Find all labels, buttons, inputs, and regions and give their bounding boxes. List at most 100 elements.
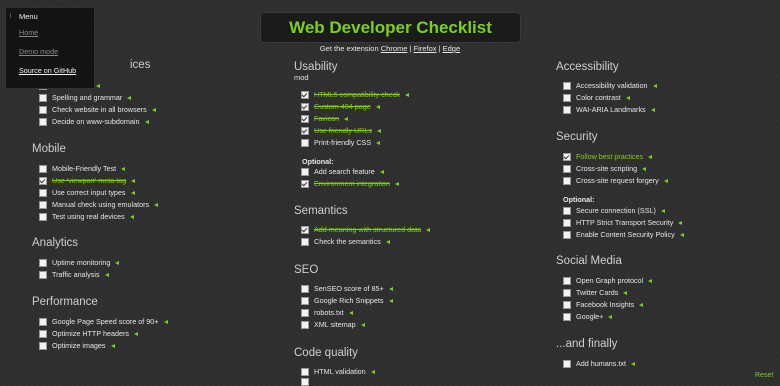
checklist-item-check-website-in-all-browsers[interactable]: Check website in all browsers (32, 104, 156, 116)
checklist-item-wai-aria-landmarks[interactable]: WAI-ARIA Landmarks (556, 104, 655, 116)
checkbox[interactable] (301, 139, 309, 147)
info-arrow-icon[interactable] (663, 179, 668, 183)
checklist-item-label[interactable]: Decide on www-subdomain (52, 116, 140, 128)
checklist-item-google-rich-snippets[interactable]: Google Rich Snippets (294, 295, 393, 307)
checklist-item-facebook-insights[interactable]: Facebook Insights (556, 299, 644, 311)
checklist-item-label[interactable]: Manual check using emulators (52, 199, 149, 211)
checkbox[interactable] (39, 201, 47, 209)
checkbox[interactable] (563, 289, 571, 297)
checklist-item-label[interactable]: WAI-ARIA Landmarks (576, 104, 646, 116)
checkbox[interactable] (39, 118, 47, 126)
checkbox[interactable] (563, 177, 571, 185)
checkbox[interactable] (39, 106, 47, 114)
checklist-item-environment-integration[interactable]: Environment integration (294, 178, 399, 190)
checklist-item-google[interactable]: Google+ (556, 311, 613, 323)
checkbox[interactable] (563, 360, 571, 368)
info-arrow-icon[interactable] (639, 303, 644, 307)
checklist-item-label[interactable]: Add meaning with structured data (314, 224, 421, 236)
checkbox[interactable] (39, 177, 47, 185)
checklist-item-label[interactable]: Optimize HTTP headers (52, 328, 129, 340)
checkbox[interactable] (301, 368, 309, 376)
info-arrow-icon[interactable] (625, 96, 630, 100)
checkbox[interactable] (39, 165, 47, 173)
info-arrow-icon[interactable] (642, 167, 647, 171)
checklist-item-label[interactable]: Add humans.txt (576, 358, 626, 370)
checklist-item-label[interactable]: Custom 404 page (314, 101, 371, 113)
menu-handle-icon[interactable] (10, 13, 16, 18)
checklist-item-label[interactable]: Google Page Speed score of 90+ (52, 316, 159, 328)
checklist-item-cross-site-scripting[interactable]: Cross-site scripting (556, 163, 647, 175)
checklist-item-optimize-images[interactable]: Optimize images (32, 340, 115, 352)
checkbox[interactable] (301, 168, 309, 176)
checklist-item-accessibility-validation[interactable]: Accessibility validation (556, 80, 657, 92)
checkbox[interactable] (39, 189, 47, 197)
checkbox[interactable] (563, 165, 571, 173)
checklist-item-google-page-speed-score-of-90[interactable]: Google Page Speed score of 90+ (32, 316, 168, 328)
checkbox[interactable] (563, 313, 571, 321)
checkbox[interactable] (301, 285, 309, 293)
info-arrow-icon[interactable] (394, 182, 399, 186)
checklist-item-use-correct-input-types[interactable]: Use correct input types (32, 187, 135, 199)
info-arrow-icon[interactable] (370, 370, 375, 374)
checklist-item-secure-connection-ssl[interactable]: Secure connection (SSL) (556, 205, 665, 217)
checklist-item-label[interactable]: Cross-site request forgery (576, 175, 659, 187)
checklist-item-print-friendly-css[interactable]: Print-friendly CSS (294, 137, 381, 149)
checklist-item-html5-compatibility-check[interactable]: HTML5 compatibility check (294, 89, 409, 101)
info-arrow-icon[interactable] (623, 291, 628, 295)
checkbox[interactable] (301, 297, 309, 305)
menu-item-demo-mode[interactable]: Demo mode (19, 47, 58, 56)
info-arrow-icon[interactable] (144, 120, 149, 124)
checklist-item-label[interactable]: Favicon (314, 113, 339, 125)
info-arrow-icon[interactable] (426, 228, 431, 232)
menu-title[interactable]: Menu (19, 12, 38, 21)
checklist-item-label[interactable]: Check website in all browsers (52, 104, 147, 116)
checklist-item-label[interactable]: Accessibility validation (576, 80, 648, 92)
checklist-item-label[interactable]: XML sitemap (314, 319, 356, 331)
info-arrow-icon[interactable] (388, 299, 393, 303)
checklist-item-add-humans-txt[interactable]: Add humans.txt (556, 358, 635, 370)
checklist-item-label[interactable]: Spelling and grammar (52, 92, 122, 104)
checklist-item-label[interactable]: Optimize images (52, 340, 106, 352)
info-arrow-icon[interactable] (678, 221, 683, 225)
checklist-item-manual-check-using-emulators[interactable]: Manual check using emulators (32, 199, 159, 211)
info-arrow-icon[interactable] (376, 141, 381, 145)
checkbox[interactable] (301, 180, 309, 188)
info-arrow-icon[interactable] (404, 93, 409, 97)
checklist-item-label[interactable]: Add search feature (314, 166, 375, 178)
edge-link[interactable]: Edge (443, 44, 461, 53)
checklist-item-use-viewport-meta-tag[interactable]: Use 'viewport' meta tag (32, 175, 136, 187)
info-arrow-icon[interactable] (96, 84, 101, 88)
checklist-item-spelling-and-grammar[interactable]: Spelling and grammar (32, 92, 132, 104)
checklist-item-senseo-score-of-85[interactable]: SenSEO score of 85+ (294, 283, 393, 295)
info-arrow-icon[interactable] (648, 279, 653, 283)
checklist-item-label[interactable]: Traffic analysis (52, 269, 100, 281)
info-arrow-icon[interactable] (648, 155, 653, 159)
checklist-item-open-graph-protocol[interactable]: Open Graph protocol (556, 275, 653, 287)
checklist-item-optimize-http-headers[interactable]: Optimize HTTP headers (32, 328, 138, 340)
info-arrow-icon[interactable] (379, 170, 384, 174)
checkbox[interactable] (563, 277, 571, 285)
chrome-link[interactable]: Chrome (381, 44, 408, 53)
checklist-item-label[interactable]: Twitter Cards (576, 287, 618, 299)
checklist-item-label[interactable]: Print-friendly CSS (314, 137, 371, 149)
info-arrow-icon[interactable] (133, 332, 138, 336)
info-arrow-icon[interactable] (630, 362, 635, 366)
info-arrow-icon[interactable] (344, 117, 349, 121)
info-arrow-icon[interactable] (388, 287, 393, 291)
checkbox[interactable] (301, 238, 309, 246)
checklist-item-label[interactable]: HTTP Strict Transport Security (576, 217, 673, 229)
checkbox[interactable] (563, 231, 571, 239)
checklist-item-traffic-analysis[interactable]: Traffic analysis (32, 269, 109, 281)
checklist-item-color-contrast[interactable]: Color contrast (556, 92, 630, 104)
checklist-item-follow-best-practices[interactable]: Follow best practices (556, 151, 653, 163)
checklist-item-favicon[interactable]: Favicon (294, 113, 349, 125)
checklist-item-label[interactable]: HTML5 compatibility check (314, 89, 400, 101)
checkbox[interactable] (301, 378, 309, 386)
info-arrow-icon[interactable] (376, 129, 381, 133)
info-arrow-icon[interactable] (163, 320, 168, 324)
menu-item-source-github[interactable]: Source on GitHub (19, 66, 76, 75)
info-arrow-icon[interactable] (154, 203, 159, 207)
checkbox[interactable] (301, 91, 309, 99)
checkbox[interactable] (563, 153, 571, 161)
checklist-item-label[interactable]: Environment integration (314, 178, 390, 190)
